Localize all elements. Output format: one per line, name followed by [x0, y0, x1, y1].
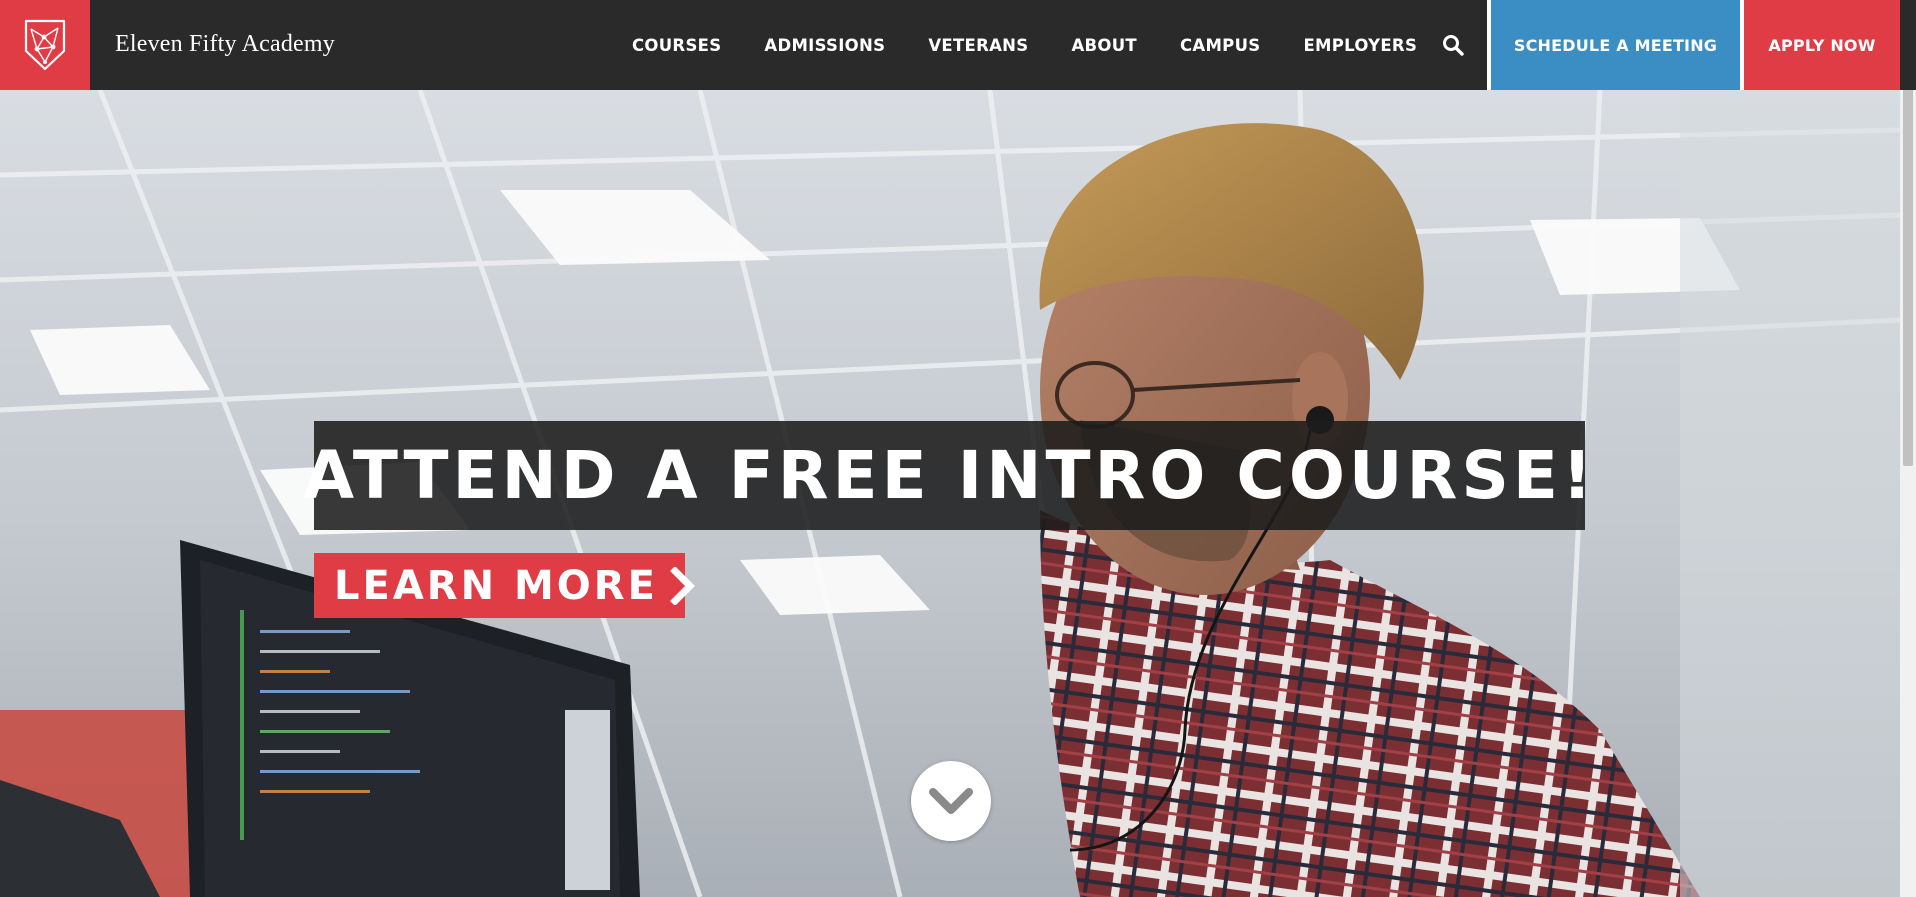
learn-more-button[interactable]: LEARN MORE: [314, 553, 695, 618]
search-icon: [1443, 35, 1464, 56]
schedule-meeting-button[interactable]: SCHEDULE A MEETING: [1491, 0, 1740, 90]
chevron-right-icon: [669, 566, 696, 605]
hero-title-box: ATTEND A FREE INTRO COURSE!: [303, 421, 1592, 530]
apply-now-button[interactable]: APPLY NOW: [1744, 0, 1900, 90]
nav-item-courses[interactable]: COURSES: [632, 36, 721, 55]
logo[interactable]: [0, 0, 90, 90]
nav-item-admissions[interactable]: ADMISSIONS: [764, 36, 885, 55]
hero-section: ATTEND A FREE INTRO COURSE! LEARN MORE: [0, 90, 1900, 897]
main-nav: COURSES ADMISSIONS VETERANS ABOUT CAMPUS…: [632, 0, 1460, 90]
nav-item-employers[interactable]: EMPLOYERS: [1303, 36, 1417, 55]
nav-item-about[interactable]: ABOUT: [1071, 36, 1137, 55]
nav-item-campus[interactable]: CAMPUS: [1180, 36, 1260, 55]
scroll-down-button[interactable]: [911, 761, 991, 841]
search-button[interactable]: [1438, 30, 1468, 60]
hero-title: ATTEND A FREE INTRO COURSE!: [302, 437, 1597, 514]
page-scrollbar[interactable]: [1900, 0, 1916, 897]
learn-more-label: LEARN MORE: [334, 562, 658, 609]
chevron-down-icon: [929, 788, 973, 814]
site-header: Eleven Fifty Academy COURSES ADMISSIONS …: [0, 0, 1916, 90]
brand-name[interactable]: Eleven Fifty Academy: [115, 26, 335, 62]
shield-network-icon: [24, 19, 66, 71]
nav-item-veterans[interactable]: VETERANS: [928, 36, 1028, 55]
